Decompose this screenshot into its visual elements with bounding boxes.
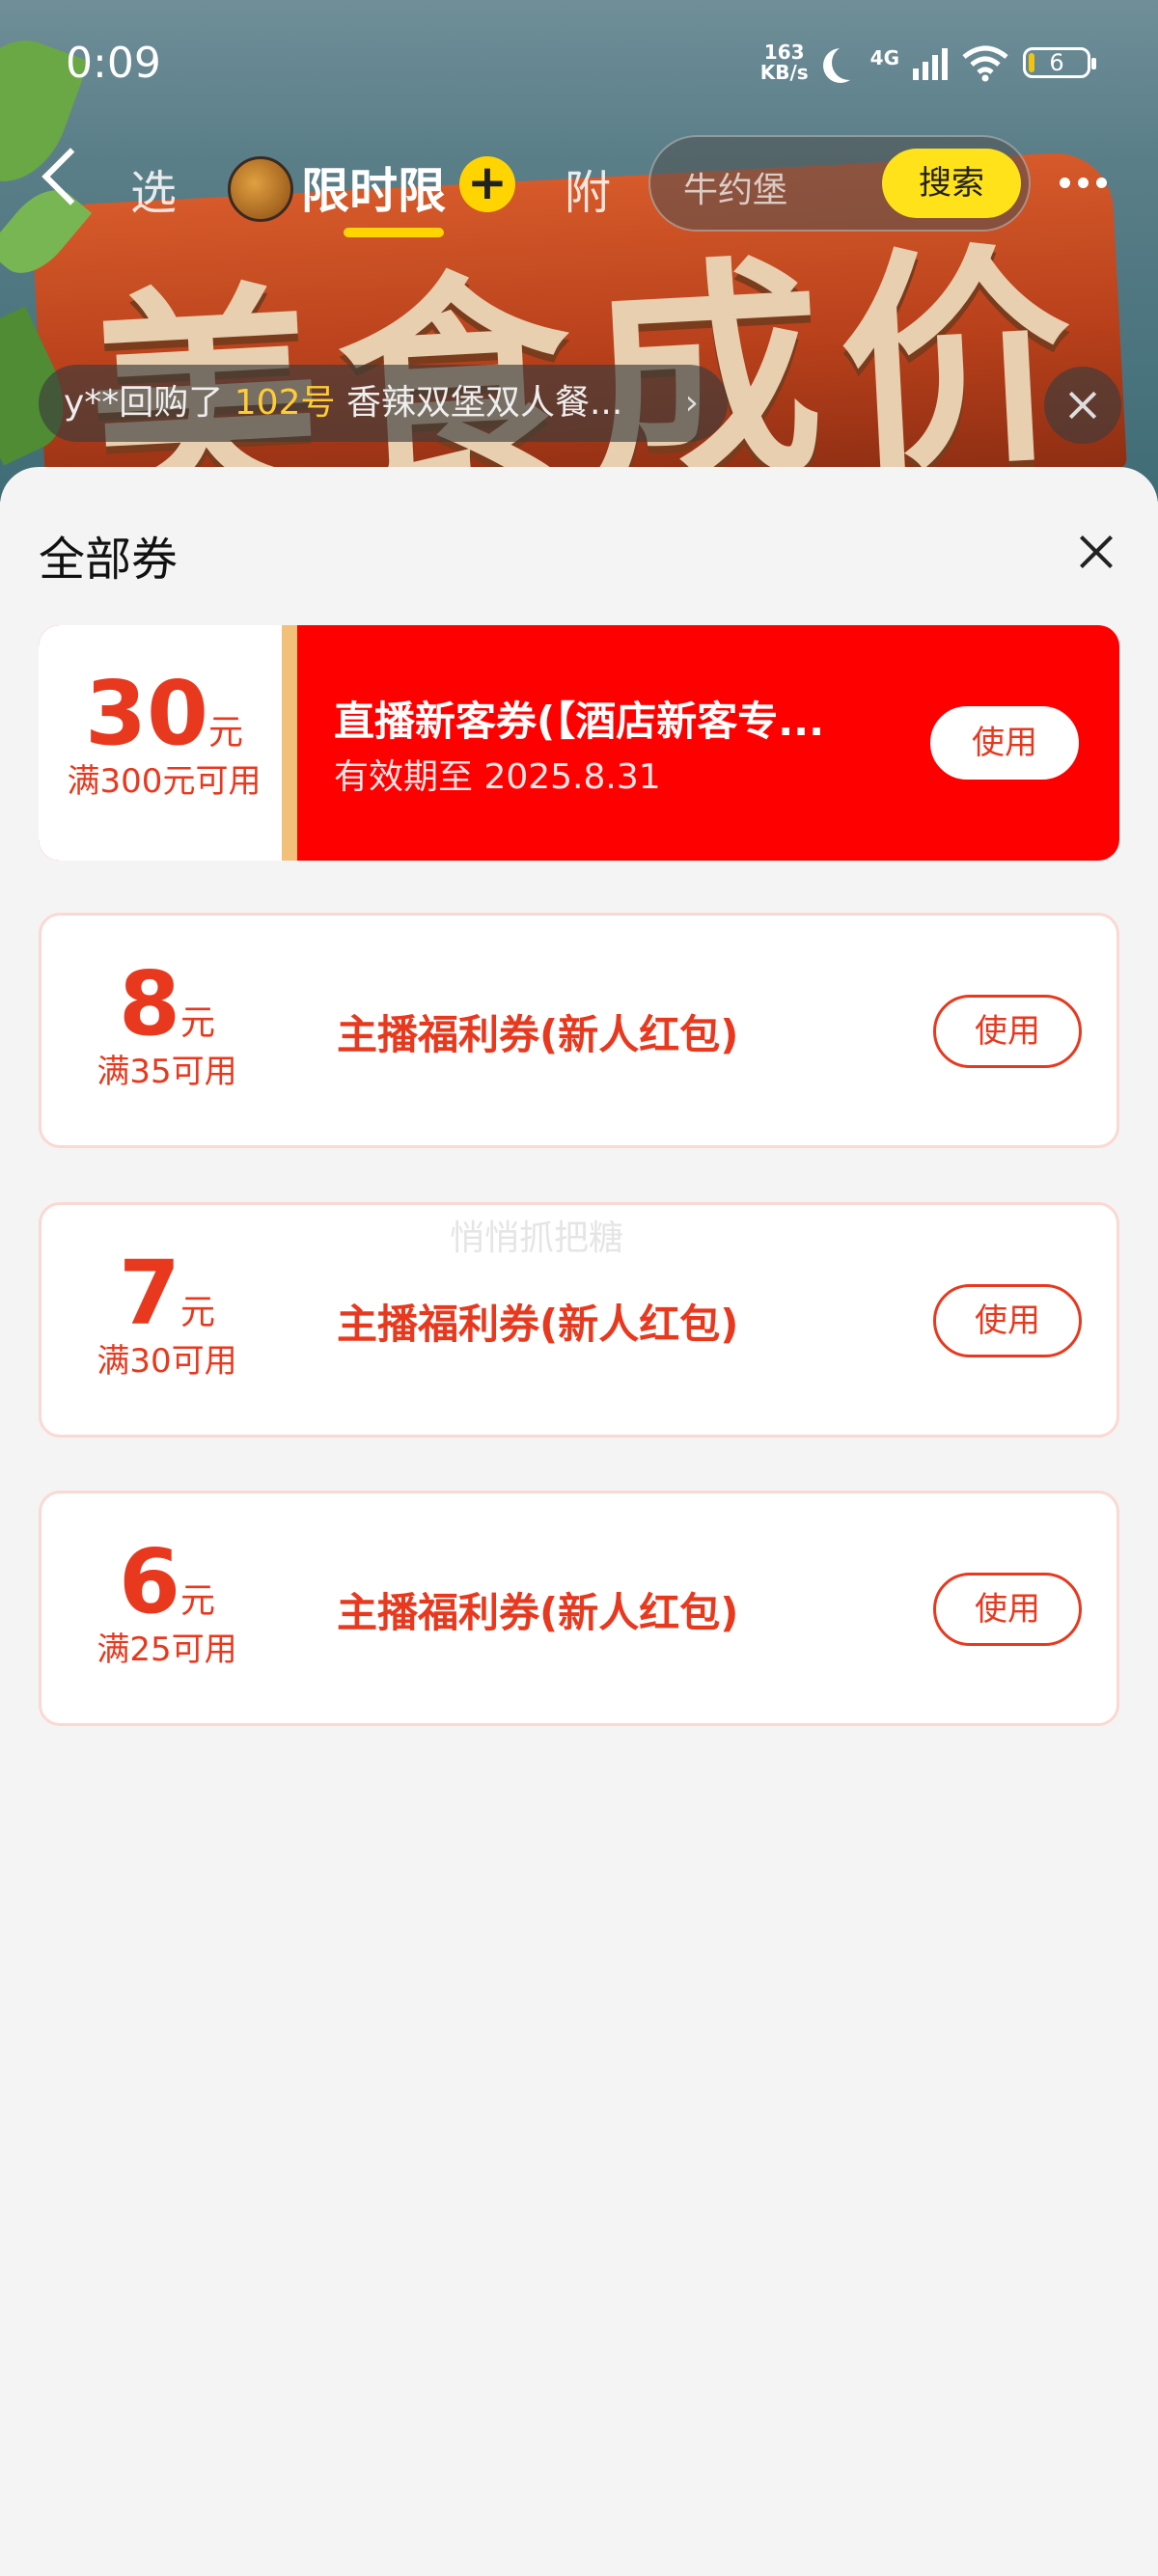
tab-nearby[interactable]: 附 bbox=[565, 154, 611, 222]
chevron-right-icon: › bbox=[684, 383, 699, 423]
coupon-card: 8元 满35可用 主播福利券(新人红包) 使用 bbox=[39, 913, 1119, 1148]
moon-icon bbox=[832, 45, 867, 80]
network-speed: 163 KB/s bbox=[759, 41, 809, 84]
coupon-amount: 30元 满300元可用 bbox=[67, 662, 262, 802]
status-bar: 0:09 163 KB/s 4G 6 bbox=[0, 39, 1158, 106]
coupon-sheet: 全部券 30元 满300元可用 直播新客券(【酒店新客专... 有效期至 202… bbox=[0, 467, 1158, 2576]
tab-featured[interactable]: 选 bbox=[130, 154, 177, 222]
search-button[interactable]: 搜索 bbox=[882, 149, 1021, 218]
watermark: 悄悄抓把糖 bbox=[450, 1219, 624, 1258]
more-icon[interactable] bbox=[1060, 178, 1107, 188]
search-box[interactable]: 牛约堡 搜索 bbox=[648, 135, 1031, 232]
coupon-card: 30元 满300元可用 直播新客券(【酒店新客专... 有效期至 2025.8.… bbox=[39, 625, 1119, 861]
purchase-ticker[interactable]: y**回购了 102号 香辣双堡双人餐... › bbox=[39, 365, 728, 442]
battery-icon: 6 bbox=[1023, 47, 1096, 78]
avatar[interactable] bbox=[228, 156, 293, 222]
coupon-amount: 8元 满35可用 bbox=[96, 952, 237, 1092]
coupon-amount: 6元 满25可用 bbox=[96, 1530, 237, 1670]
coupon-amount: 7元 满30可用 bbox=[96, 1242, 237, 1382]
room-title[interactable]: 限时限 bbox=[301, 152, 446, 222]
coupon-title: 直播新客券(【酒店新客专... bbox=[334, 698, 825, 745]
page-title: 全部券 bbox=[39, 533, 179, 587]
signal-icon bbox=[913, 45, 948, 80]
wifi-icon bbox=[962, 45, 1008, 82]
clock: 0:09 bbox=[66, 39, 161, 88]
close-icon[interactable] bbox=[1044, 367, 1121, 444]
follow-plus-icon[interactable]: + bbox=[459, 156, 515, 212]
active-tab-indicator bbox=[344, 228, 444, 237]
coupon-title: 主播福利券(新人红包) bbox=[337, 1589, 739, 1636]
search-input[interactable]: 牛约堡 bbox=[683, 162, 787, 212]
use-coupon-button[interactable]: 使用 bbox=[933, 995, 1082, 1068]
network-type: 4G bbox=[869, 46, 899, 69]
use-coupon-button[interactable]: 使用 bbox=[933, 1284, 1082, 1357]
coupon-card: 6元 满25可用 主播福利券(新人红包) 使用 bbox=[39, 1491, 1119, 1726]
use-coupon-button[interactable]: 使用 bbox=[930, 706, 1079, 780]
coupon-validity: 有效期至 2025.8.31 bbox=[334, 757, 661, 797]
live-room-nav: 选 限时限 + 附 牛约堡 搜索 bbox=[0, 135, 1158, 237]
use-coupon-button[interactable]: 使用 bbox=[933, 1573, 1082, 1646]
coupon-title: 主播福利券(新人红包) bbox=[337, 1011, 739, 1058]
coupon-title: 主播福利券(新人红包) bbox=[337, 1301, 739, 1348]
close-icon[interactable] bbox=[1079, 534, 1114, 569]
back-arrow-icon[interactable] bbox=[41, 148, 99, 206]
